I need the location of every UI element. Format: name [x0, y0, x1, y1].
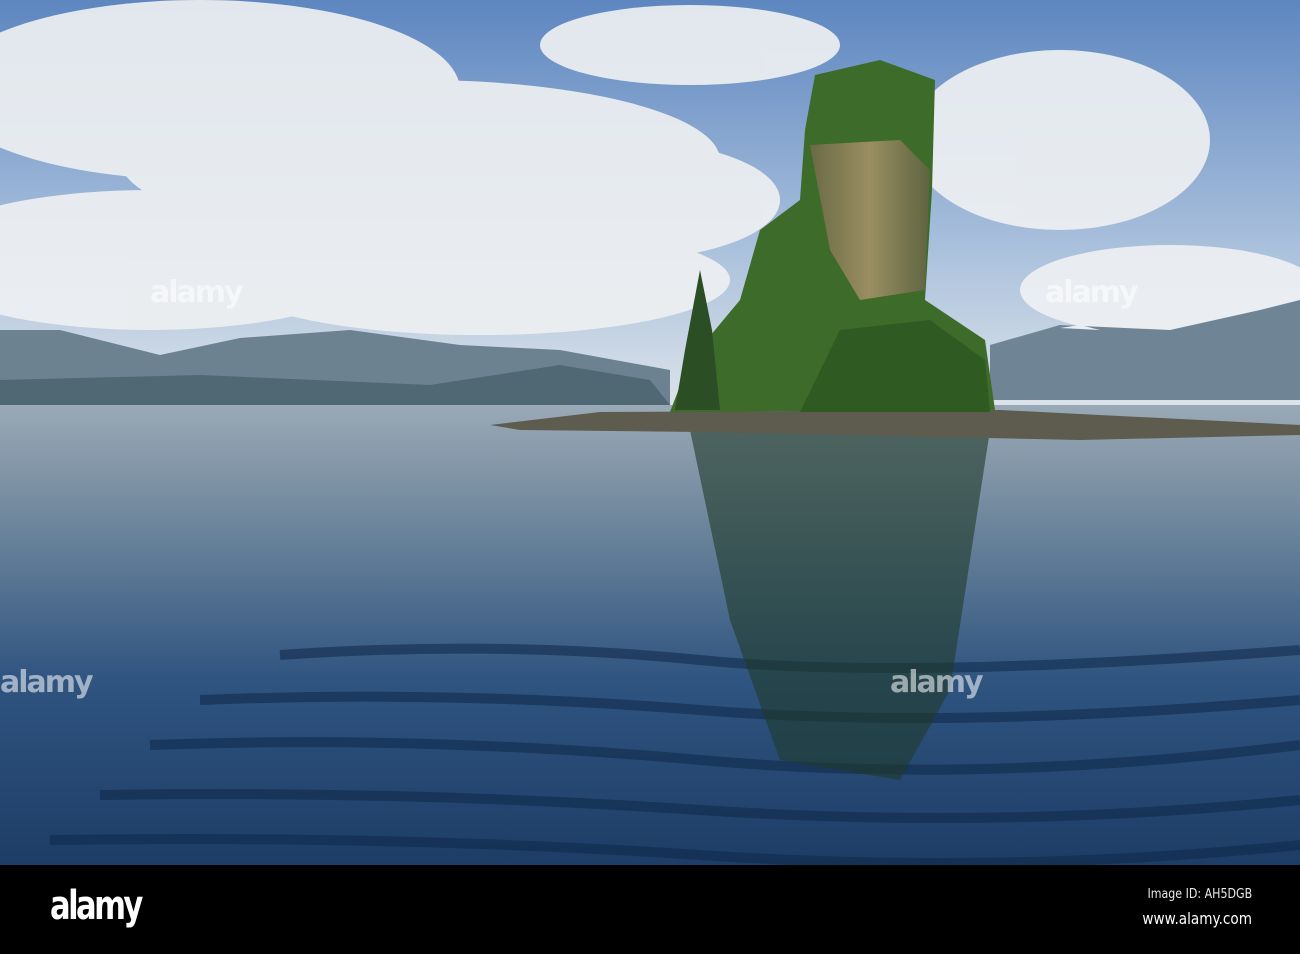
alamy-logo: alamy [50, 883, 143, 929]
footer-bar: alamy Image ID: AH5DGB www.alamy.com [0, 865, 1300, 954]
watermark: alamy [150, 275, 244, 310]
watermark: alamy [890, 665, 984, 700]
stock-photo: alamy alamy alamy alamy alamy Image ID: … [0, 0, 1300, 954]
landscape-photo [0, 0, 1300, 865]
watermark: alamy [0, 665, 94, 700]
watermark: alamy [1045, 275, 1139, 310]
site-url: www.alamy.com [1142, 909, 1252, 928]
image-id: Image ID: AH5DGB [1147, 887, 1252, 902]
